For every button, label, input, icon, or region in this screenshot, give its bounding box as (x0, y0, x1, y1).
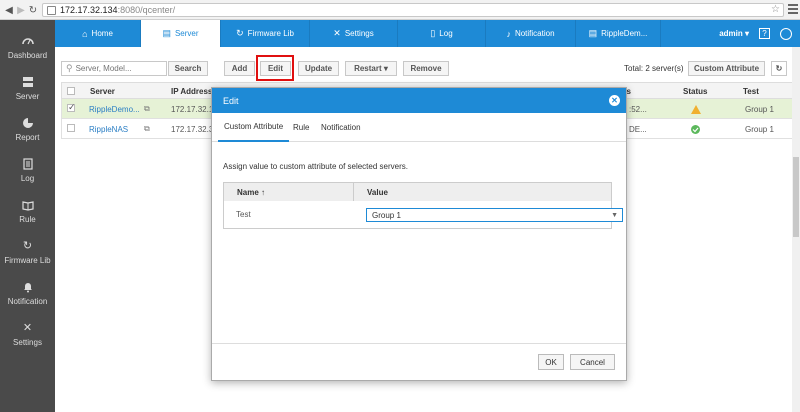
remove-button[interactable]: Remove (403, 61, 449, 76)
sidebar-item-rule[interactable]: Rule (0, 191, 55, 231)
page-icon (47, 5, 56, 15)
add-button[interactable]: Add (224, 61, 255, 76)
row-checkbox[interactable] (67, 102, 76, 113)
wrench-icon: ✕ (333, 28, 341, 38)
tab-settings[interactable]: ✕ Settings (310, 20, 398, 47)
ok-check-icon (691, 119, 700, 139)
tab-firmware-lib[interactable]: ↻ Firmware Lib (221, 20, 310, 47)
open-window-icon[interactable]: ⧉ (144, 99, 150, 119)
sidebar-item-notification[interactable]: Notification (0, 273, 55, 313)
attribute-name: Test (236, 210, 251, 219)
bell-icon: ♪ (506, 28, 511, 39)
reload-icon[interactable]: ↻ (27, 3, 39, 17)
dialog-tabs: Custom Attribute Rule Notification (212, 113, 626, 142)
scrollbar-thumb[interactable] (793, 157, 799, 237)
home-icon: ⌂ (82, 28, 88, 39)
row-checkbox[interactable] (67, 124, 75, 132)
custom-attribute-button[interactable]: Custom Attribute (688, 61, 765, 76)
update-button[interactable]: Update (298, 61, 339, 76)
col-test[interactable]: Test (743, 83, 759, 100)
server-name-link[interactable]: RippleDemo... (89, 99, 140, 119)
sidebar-item-report[interactable]: Report (0, 109, 55, 149)
server-icon: ▤ (588, 28, 598, 38)
sidebar-item-log[interactable]: Log (0, 150, 55, 190)
refresh-icon: ↻ (775, 64, 783, 73)
sidebar-item-settings[interactable]: ✕ Settings (0, 314, 55, 354)
chevron-down-icon: ▼ (611, 212, 618, 219)
ip-cell: 172.17.32.1 (171, 104, 214, 114)
ok-button[interactable]: OK (538, 354, 564, 370)
chevron-down-icon: ▾ (383, 64, 388, 73)
tab-rule[interactable]: Rule (287, 113, 315, 142)
sidebar: Dashboard Server Report Log Rule ↻ Firmw… (0, 20, 55, 412)
restart-button[interactable]: Restart ▾ (345, 61, 397, 76)
dialog-footer: OK Cancel (212, 343, 626, 381)
server-name-link[interactable]: RippleNAS (89, 119, 128, 139)
col-server[interactable]: Server (90, 83, 115, 100)
tab-custom-attribute[interactable]: Custom Attribute (218, 113, 290, 142)
dialog-description: Assign value to custom attribute of sele… (223, 162, 408, 171)
address-cell: :52... (629, 104, 647, 114)
bell-icon (22, 281, 34, 293)
tab-notification[interactable]: Notification (315, 113, 367, 142)
open-window-icon[interactable]: ⧉ (144, 119, 150, 139)
dialog-header: Edit ✕ (212, 88, 626, 113)
search-button[interactable]: Search (168, 61, 208, 76)
search-box: ⚲ (61, 61, 167, 76)
address-bar[interactable]: 172.17.32.134:8080/qcenter/ ☆ (42, 3, 784, 17)
pie-chart-icon (22, 117, 34, 129)
tab-notification[interactable]: ♪ Notification (486, 20, 576, 47)
close-icon[interactable]: ✕ (609, 95, 620, 106)
browser-menu-icon[interactable] (788, 4, 798, 14)
edit-highlight-box (256, 55, 294, 81)
server-icon (22, 76, 34, 88)
globe-icon[interactable] (780, 27, 792, 40)
refresh-button[interactable]: ↻ (771, 61, 787, 76)
edit-dialog: Edit ✕ Custom Attribute Rule Notificatio… (211, 87, 627, 381)
select-all-checkbox[interactable] (67, 87, 75, 95)
back-arrow-icon[interactable]: ◀ (3, 3, 15, 17)
total-count: Total: 2 server(s) (624, 64, 684, 73)
wrench-icon: ✕ (22, 322, 33, 334)
sidebar-item-server[interactable]: Server (0, 68, 55, 108)
browser-chrome: ◀ ▶ ↻ 172.17.32.134:8080/qcenter/ ☆ (0, 0, 800, 20)
tab-log[interactable]: ▯ Log (398, 20, 486, 47)
tab-rippledemo[interactable]: ▤ RippleDem... (576, 20, 661, 47)
col-status[interactable]: Status (683, 83, 707, 100)
attribute-table: Name ↑ Value Test Group 1 ▼ (223, 182, 623, 229)
sidebar-item-dashboard[interactable]: Dashboard (0, 27, 55, 67)
refresh-icon: ↻ (236, 28, 244, 38)
col-value: Value (354, 183, 611, 201)
ip-cell: 172.17.32.3 (171, 124, 214, 134)
document-icon (22, 157, 34, 170)
tab-home[interactable]: ⌂ Home (55, 20, 141, 47)
url-text: 172.17.32.134:8080/qcenter/ (60, 5, 176, 15)
user-menu[interactable]: admin ▾ (719, 29, 749, 38)
col-ip-address[interactable]: IP Address (171, 83, 212, 100)
sidebar-item-firmware-lib[interactable]: ↻ Firmware Lib (0, 232, 55, 272)
server-icon: ▤ (162, 28, 171, 38)
search-icon: ⚲ (66, 63, 73, 73)
address-cell: DE... (629, 124, 647, 134)
page-scrollbar[interactable] (792, 47, 800, 412)
cancel-button[interactable]: Cancel (570, 354, 615, 370)
refresh-icon: ↻ (22, 240, 33, 252)
tab-server[interactable]: ▤ Server (141, 20, 221, 47)
dialog-title: Edit (223, 95, 239, 106)
value-select[interactable]: Group 1 ▼ (366, 208, 623, 222)
gauge-icon (21, 35, 34, 47)
top-right-controls: admin ▾ ? (719, 20, 800, 47)
book-icon (21, 199, 34, 211)
forward-arrow-icon[interactable]: ▶ (15, 3, 27, 17)
test-cell: Group 1 (745, 124, 774, 134)
bookmark-star-icon[interactable]: ☆ (771, 4, 780, 15)
top-nav: ⌂ Home ▤ Server ↻ Firmware Lib ✕ Settings ▯ L… (55, 20, 800, 47)
warning-icon (691, 99, 701, 119)
col-name[interactable]: Name ↑ (224, 183, 354, 201)
test-cell: Group 1 (745, 104, 774, 114)
document-icon: ▯ (430, 28, 436, 38)
search-input[interactable] (75, 64, 156, 73)
help-icon[interactable]: ? (759, 28, 770, 39)
